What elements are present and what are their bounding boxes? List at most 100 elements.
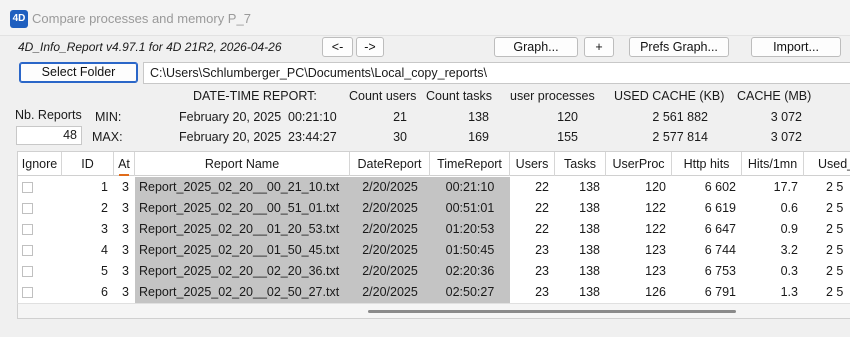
- id-cell: 3: [101, 222, 108, 236]
- max-tasks: 169: [468, 130, 489, 144]
- ignore-checkbox[interactable]: [22, 224, 33, 235]
- date-report-cell: 2/20/2025: [350, 219, 430, 240]
- horizontal-scrollbar[interactable]: [17, 303, 850, 318]
- id-cell: 5: [101, 264, 108, 278]
- hits-per-min-cell: 0.3: [780, 264, 798, 278]
- max-cache: 3 072: [770, 130, 802, 144]
- user-processes-header: user processes: [510, 89, 595, 103]
- count-users-header: Count users: [349, 89, 417, 103]
- col-header-userproc[interactable]: UserProc: [606, 152, 672, 176]
- import-button[interactable]: Import...: [751, 37, 841, 57]
- table-row[interactable]: 5 3 Report_2025_02_20__02_20_36.txt 2/20…: [18, 261, 850, 282]
- used-cell: 2 5: [826, 222, 844, 236]
- table-header: Ignore ID At Report Name DateReport Time…: [18, 152, 850, 176]
- used-cell: 2 5: [826, 243, 844, 257]
- http-hits-cell: 6 619: [704, 201, 736, 215]
- col-header-tasks[interactable]: Tasks: [555, 152, 606, 176]
- count-tasks-header: Count tasks: [426, 89, 493, 103]
- date-report-cell: 2/20/2025: [350, 282, 430, 303]
- ignore-cell[interactable]: [18, 177, 62, 198]
- userproc-cell: 123: [645, 264, 666, 278]
- col-header-used[interactable]: Used_: [804, 152, 850, 176]
- app-4d-icon: 4D: [10, 10, 28, 28]
- ignore-cell[interactable]: [18, 198, 62, 219]
- reports-table[interactable]: Ignore ID At Report Name DateReport Time…: [17, 151, 850, 304]
- title-bar: 4D Compare processes and memory P_7: [0, 0, 850, 36]
- table-row[interactable]: 1 3 Report_2025_02_20__00_21_10.txt 2/20…: [18, 177, 850, 198]
- next-button[interactable]: ->: [356, 37, 384, 57]
- at-cell: 3: [122, 201, 129, 215]
- nb-reports-value: 48: [16, 126, 82, 145]
- add-button[interactable]: +: [584, 37, 614, 57]
- min-users: 21: [393, 110, 407, 124]
- report-name-cell: Report_2025_02_20__01_20_53.txt: [135, 219, 350, 240]
- folder-path-field[interactable]: C:\Users\Schlumberger_PC\Documents\Local…: [143, 62, 850, 84]
- ignore-checkbox[interactable]: [22, 182, 33, 193]
- ignore-cell[interactable]: [18, 261, 62, 282]
- date-report-cell: 2/20/2025: [350, 177, 430, 198]
- id-cell: 6: [101, 285, 108, 299]
- max-label: MAX:: [92, 130, 123, 144]
- ignore-checkbox[interactable]: [22, 203, 33, 214]
- http-hits-cell: 6 602: [704, 180, 736, 194]
- ignore-cell[interactable]: [18, 219, 62, 240]
- tasks-cell: 138: [579, 285, 600, 299]
- users-cell: 23: [535, 243, 549, 257]
- select-folder-button[interactable]: Select Folder: [19, 62, 138, 83]
- version-info: 4D_Info_Report v4.97.1 for 4D 21R2, 2026…: [18, 40, 282, 54]
- table-row[interactable]: 2 3 Report_2025_02_20__00_51_01.txt 2/20…: [18, 198, 850, 219]
- col-header-date-report[interactable]: DateReport: [350, 152, 430, 176]
- table-row[interactable]: 3 3 Report_2025_02_20__01_20_53.txt 2/20…: [18, 219, 850, 240]
- tasks-cell: 138: [579, 243, 600, 257]
- prefs-graph-button[interactable]: Prefs Graph...: [629, 37, 729, 57]
- at-cell: 3: [122, 180, 129, 194]
- min-time: 00:21:10: [288, 110, 337, 124]
- max-time: 23:44:27: [288, 130, 337, 144]
- ignore-checkbox[interactable]: [22, 245, 33, 256]
- ignore-checkbox[interactable]: [22, 266, 33, 277]
- used-cell: 2 5: [826, 264, 844, 278]
- at-cell: 3: [122, 285, 129, 299]
- col-header-http-hits[interactable]: Http hits: [672, 152, 742, 176]
- time-report-cell: 00:51:01: [430, 198, 510, 219]
- max-user-processes: 155: [557, 130, 578, 144]
- time-report-cell: 01:50:45: [430, 240, 510, 261]
- col-header-id[interactable]: ID: [62, 152, 114, 176]
- previous-button[interactable]: <-: [322, 37, 353, 57]
- table-row[interactable]: 4 3 Report_2025_02_20__01_50_45.txt 2/20…: [18, 240, 850, 261]
- tasks-cell: 138: [579, 264, 600, 278]
- grid-bottom-border: [17, 318, 850, 319]
- table-row[interactable]: 6 3 Report_2025_02_20__02_50_27.txt 2/20…: [18, 282, 850, 303]
- users-cell: 23: [535, 285, 549, 299]
- max-users: 30: [393, 130, 407, 144]
- ignore-cell[interactable]: [18, 282, 62, 303]
- col-header-hits-per-min[interactable]: Hits/1mn: [742, 152, 804, 176]
- http-hits-cell: 6 744: [704, 243, 736, 257]
- userproc-cell: 122: [645, 201, 666, 215]
- time-report-cell: 02:20:36: [430, 261, 510, 282]
- scrollbar-thumb[interactable]: [368, 310, 736, 313]
- min-cache: 3 072: [770, 110, 802, 124]
- hits-per-min-cell: 0.9: [780, 222, 798, 236]
- col-header-report-name[interactable]: Report Name: [135, 152, 350, 176]
- tasks-cell: 138: [579, 222, 600, 236]
- nb-reports-label: Nb. Reports: [15, 108, 82, 122]
- users-cell: 23: [535, 264, 549, 278]
- date-report-cell: 2/20/2025: [350, 261, 430, 282]
- col-header-time-report[interactable]: TimeReport: [430, 152, 510, 176]
- min-tasks: 138: [468, 110, 489, 124]
- report-name-cell: Report_2025_02_20__00_21_10.txt: [135, 177, 350, 198]
- hits-per-min-cell: 0.6: [780, 201, 798, 215]
- min-used-cache: 2 561 882: [652, 110, 708, 124]
- col-header-ignore[interactable]: Ignore: [18, 152, 62, 176]
- used-cell: 2 5: [826, 201, 844, 215]
- col-header-users[interactable]: Users: [510, 152, 555, 176]
- tasks-cell: 138: [579, 180, 600, 194]
- at-cell: 3: [122, 264, 129, 278]
- graph-button[interactable]: Graph...: [494, 37, 578, 57]
- ignore-checkbox[interactable]: [22, 287, 33, 298]
- ignore-cell[interactable]: [18, 240, 62, 261]
- col-header-at[interactable]: At: [114, 152, 135, 176]
- hits-per-min-cell: 1.3: [780, 285, 798, 299]
- time-report-cell: 00:21:10: [430, 177, 510, 198]
